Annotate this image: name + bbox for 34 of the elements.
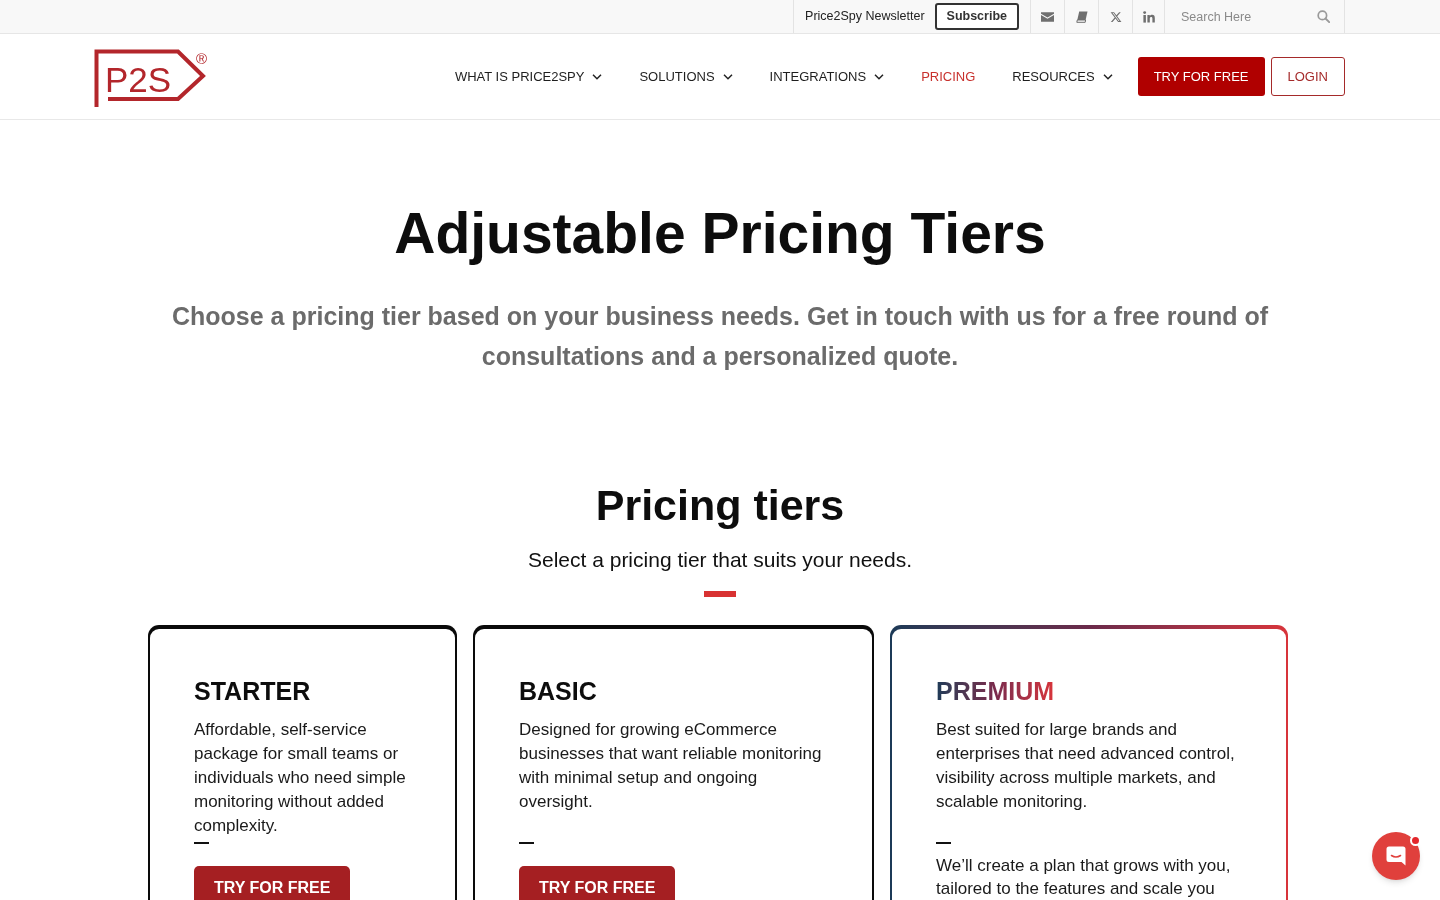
chat-icon (1385, 845, 1407, 867)
linkedin-icon[interactable] (1142, 10, 1155, 23)
nav-link[interactable]: RESOURCES (1012, 66, 1113, 87)
trial-button[interactable]: TRY FOR FREE (1137, 57, 1265, 96)
x-logo-icon[interactable] (1109, 10, 1122, 23)
tier-description: Designed for growing eCommerce businesses that want reliable monitoring with minimal setup and ongoing oversight. (519, 719, 823, 813)
chat-button[interactable] (1372, 832, 1420, 880)
envelope-icon[interactable] (1041, 11, 1054, 22)
tier-description: Affordable, self-service package for small teams or individuals who need simple monitoring without added complexity. (194, 719, 407, 837)
tier-name: BASIC (519, 676, 597, 707)
nav-link[interactable]: PRICING (921, 66, 976, 87)
book-icon[interactable] (1075, 10, 1088, 23)
section-subtitle: Select a pricing tier that suits your needs. (528, 547, 912, 573)
chevron-down-icon (1102, 73, 1113, 80)
nav-link[interactable]: INTEGRATIONS (769, 66, 885, 87)
page-title: Adjustable Pricing Tiers (394, 201, 1046, 265)
nav-link[interactable]: WHAT IS PRICE2SPY (454, 66, 603, 87)
login-button[interactable]: LOGIN (1270, 57, 1345, 96)
chevron-down-icon (722, 73, 733, 80)
trial-button[interactable]: TRY FOR FREE (519, 865, 676, 900)
search-field[interactable]: Search Here (1181, 5, 1311, 28)
trial-button[interactable]: TRY FOR FREE (194, 865, 351, 900)
tier-description: Best suited for large brands and enterprises that need advanced control, visibility across multiple markets, and scalable monitoring. (936, 719, 1236, 813)
chevron-down-icon (592, 73, 603, 80)
page-subtitle: Choose a pricing tier based on your business needs. Get in touch with us for a free round of consultations and a personalized quote. (171, 301, 1269, 372)
subscribe-button[interactable]: Subscribe (934, 3, 1019, 30)
section-title: Pricing tiers (595, 480, 845, 531)
tier-note: We’ll create a plan that grows with you, tailored to the features and scale you (936, 854, 1232, 900)
logo[interactable]: P2S ® (94, 48, 212, 107)
nav-link[interactable]: SOLUTIONS (639, 66, 733, 87)
chevron-down-icon (874, 73, 885, 80)
search-icon[interactable] (1317, 10, 1330, 23)
newsletter-label: Price2Spy Newsletter (805, 8, 925, 26)
tier-name: STARTER (194, 676, 311, 707)
